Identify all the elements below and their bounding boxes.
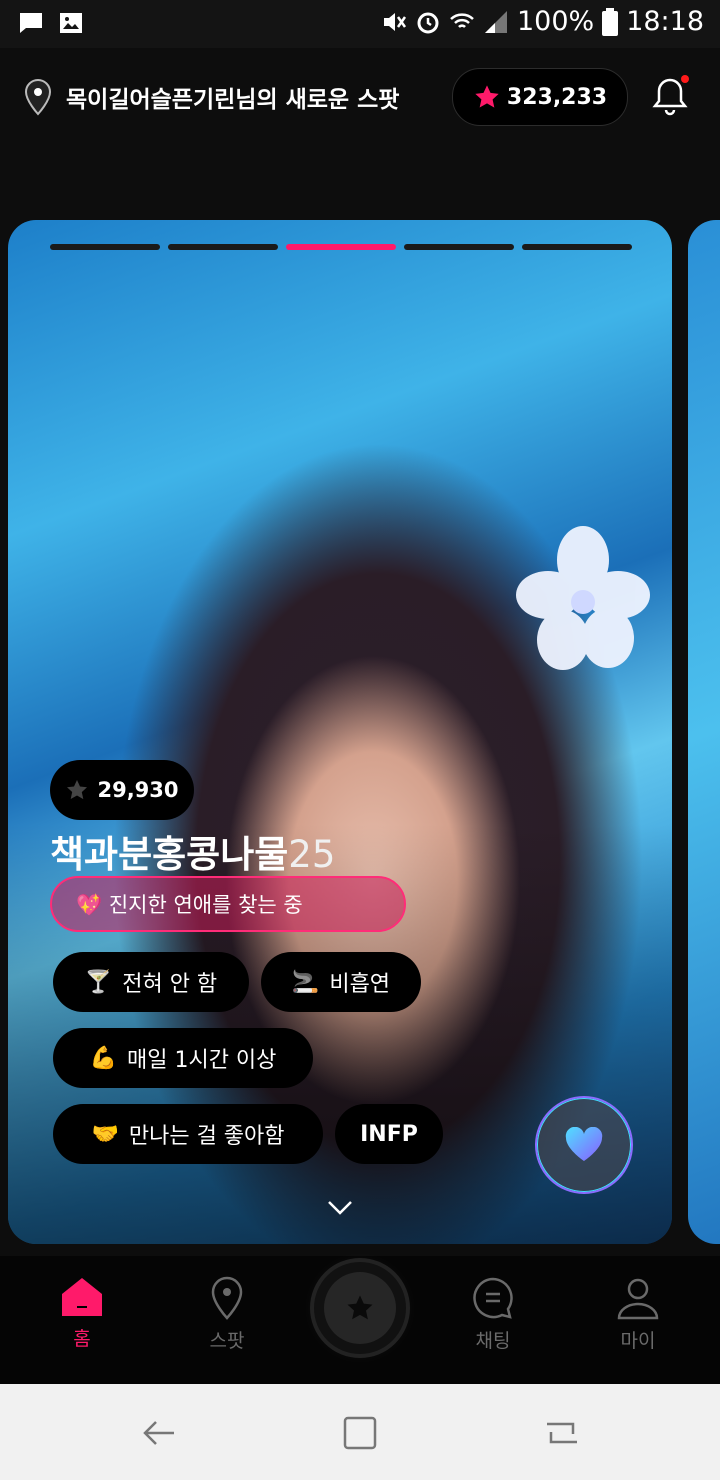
bottom-nav: 홈 스팟 채팅 마이: [0, 1256, 720, 1384]
star-count: 29,930: [97, 778, 179, 802]
location-title[interactable]: 목이길어슬픈기린님의 새로운 스팟: [66, 80, 399, 114]
location-pin-icon: [211, 1276, 243, 1320]
tag-mbti: INFP: [335, 1104, 443, 1164]
star-count-badge: 29,930: [50, 760, 194, 820]
star-icon: [67, 780, 88, 800]
handshake-icon: 🤝: [91, 1121, 119, 1147]
top-header: 목이길어슬픈기린님의 새로운 스팟 323,233: [0, 48, 720, 148]
progress-segment: [168, 244, 278, 250]
cigarette-icon: 🚬: [291, 969, 320, 995]
clock: 18:18: [626, 6, 704, 37]
back-icon[interactable]: [140, 1414, 178, 1452]
center-star-button[interactable]: [314, 1262, 406, 1354]
tag-label: INFP: [360, 1121, 418, 1147]
home-square-icon[interactable]: [341, 1414, 379, 1452]
location-pin-icon[interactable]: [22, 78, 54, 116]
star-icon: [475, 85, 499, 108]
cocktail-icon: 🍸: [84, 969, 113, 995]
status-bar: 100% 18:18: [0, 0, 720, 48]
tag-label: 비흡연: [329, 972, 391, 997]
dating-purpose-badge: 💖 진지한 연애를 찾는 중: [50, 876, 406, 932]
wifi-icon: [450, 12, 474, 28]
notification-bell-icon[interactable]: [650, 74, 690, 118]
heart-icon: [565, 1127, 603, 1161]
alarm-icon: [417, 12, 439, 33]
nav-spot[interactable]: 스팟: [172, 1276, 282, 1353]
person-icon: [617, 1278, 659, 1320]
tag-label: 매일 1시간 이상: [126, 1048, 277, 1073]
profile-photo-flower: [516, 526, 650, 670]
chat-notification-icon: [20, 13, 42, 33]
mute-icon: [383, 12, 407, 31]
nav-chat[interactable]: 채팅: [438, 1276, 548, 1353]
battery-percent: 100%: [516, 6, 595, 37]
center-star-inner: [324, 1272, 396, 1344]
signal-icon: [484, 10, 507, 33]
tag-exercise: 💪 매일 1시간 이상: [53, 1028, 313, 1088]
nav-label: 채팅: [475, 1330, 511, 1352]
image-notification-icon: [60, 13, 82, 33]
points-button[interactable]: 323,233: [452, 68, 628, 126]
tag-label: 만나는 걸 좋아함: [128, 1124, 285, 1149]
progress-segment: [50, 244, 160, 250]
photo-progress: [50, 244, 632, 250]
profile-card[interactable]: 29,930 책과분홍콩나물25 💖 진지한 연애를 찾는 중 🍸 전혀 안 함…: [8, 220, 672, 1244]
recents-icon[interactable]: [543, 1414, 581, 1452]
home-icon: [62, 1278, 102, 1316]
chat-icon: [473, 1277, 513, 1319]
profile-age: 25: [288, 833, 336, 876]
nav-label: 홈: [73, 1328, 91, 1350]
chevron-down-icon[interactable]: [326, 1198, 354, 1218]
progress-segment: [404, 244, 514, 250]
tag-label: 전혀 안 함: [122, 972, 218, 997]
tag-smoking: 🚬 비흡연: [261, 952, 421, 1012]
star-icon: [347, 1295, 373, 1320]
nav-my[interactable]: 마이: [583, 1276, 693, 1353]
muscle-icon: 💪: [89, 1045, 117, 1071]
nav-label: 마이: [620, 1330, 656, 1352]
nav-home[interactable]: 홈: [27, 1276, 137, 1351]
like-button[interactable]: [535, 1096, 633, 1194]
points-value: 323,233: [506, 84, 608, 110]
tag-drinking: 🍸 전혀 안 함: [53, 952, 249, 1012]
profile-name: 책과분홍콩나물: [50, 833, 289, 876]
progress-segment-active: [286, 244, 396, 250]
nav-label: 스팟: [209, 1330, 245, 1352]
tag-social: 🤝 만나는 걸 좋아함: [53, 1104, 323, 1164]
battery-icon: [602, 7, 619, 36]
next-profile-card-peek[interactable]: [688, 220, 720, 1244]
profile-name-line: 책과분홍콩나물25: [50, 824, 335, 878]
progress-segment: [522, 244, 632, 250]
system-nav-bar: [0, 1384, 720, 1480]
